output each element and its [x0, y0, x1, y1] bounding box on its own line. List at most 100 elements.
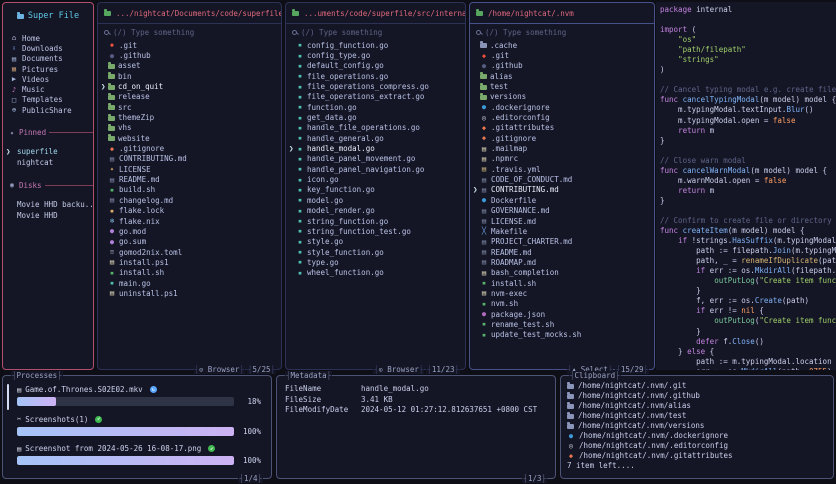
file-row[interactable]: ❯cd_on_quit	[98, 81, 281, 91]
disk-item-movie-hhd[interactable]: Movie HHD	[3, 210, 93, 221]
file-row[interactable]: ◆.git	[98, 40, 281, 50]
sidebar-item-downloads[interactable]: ⇩Downloads	[3, 43, 93, 53]
file-row[interactable]: ▪update_test_mocks.sh	[470, 330, 654, 340]
file-row[interactable]: ▪string_function.go	[286, 216, 465, 226]
sidebar-item-music[interactable]: ♪Music	[3, 84, 93, 94]
file-row[interactable]: ▤.travis.yml	[470, 164, 654, 174]
file-row[interactable]: ▪file_operations_compress.go	[286, 81, 465, 91]
file-row[interactable]: ◆.gitignore	[98, 143, 281, 153]
processes-scrollbar[interactable]	[7, 384, 9, 410]
file-row[interactable]: ▪key_function.go	[286, 185, 465, 195]
file-row[interactable]: ▤CONTRIBUTING.md	[98, 154, 281, 164]
file-row[interactable]: ▪install.sh	[98, 268, 281, 278]
file-row[interactable]: bin	[98, 71, 281, 81]
file-row[interactable]: ◎.editorconfig	[470, 112, 654, 122]
file-row[interactable]: ❯▪handle_modal.go	[286, 143, 465, 153]
divider-line	[49, 132, 93, 133]
file-row[interactable]: ▪main.go	[98, 278, 281, 288]
file-row[interactable]: themeZip	[98, 112, 281, 122]
file-row[interactable]: vhs	[98, 123, 281, 133]
panel-2-search[interactable]: (/) Type something	[286, 24, 465, 38]
file-row[interactable]: ▪install.sh	[470, 278, 654, 288]
file-row[interactable]: ▤CODE_OF_CONDUCT.md	[470, 174, 654, 184]
file-row[interactable]: ▪model.go	[286, 195, 465, 205]
file-row[interactable]: ▪handle_file_operations.go	[286, 123, 465, 133]
sidebar-item-pictures[interactable]: ▦Pictures	[3, 64, 93, 74]
file-row[interactable]: ●.github	[98, 50, 281, 60]
file-row[interactable]: website	[98, 133, 281, 143]
file-row[interactable]: versions	[470, 92, 654, 102]
file-row[interactable]: ╳Makefile	[470, 226, 654, 236]
file-row[interactable]: ▪wheel_function.go	[286, 268, 465, 278]
file-row[interactable]: test	[470, 81, 654, 91]
file-row[interactable]: ◆.gitattributes	[470, 123, 654, 133]
file-row[interactable]: ▤LICENSE.md	[470, 216, 654, 226]
sidebar-item-documents[interactable]: ▤Documents	[3, 54, 93, 64]
file-row[interactable]: ▤install.ps1	[98, 257, 281, 267]
file-row[interactable]: ▪function.go	[286, 102, 465, 112]
sidebar-item-publicshare[interactable]: ⊕PublicShare	[3, 105, 93, 115]
process-item[interactable]: ▤Game.of.Thrones.S02E02.mkv↻18%	[17, 385, 261, 406]
file-row[interactable]: ●Dockerfile	[470, 195, 654, 205]
file-row[interactable]: ▪handle_general.go	[286, 133, 465, 143]
panel-1-search[interactable]: (/) Type something	[98, 24, 281, 38]
file-row[interactable]: ≡gomod2nix.toml	[98, 247, 281, 257]
file-row[interactable]: asset	[98, 61, 281, 71]
file-row[interactable]: ▪file_operations.go	[286, 71, 465, 81]
file-row[interactable]: alias	[470, 71, 654, 81]
file-row[interactable]: ●package.json	[470, 309, 654, 319]
file-row[interactable]: ▤GOVERNANCE.md	[470, 206, 654, 216]
file-row[interactable]: ▪rename_test.sh	[470, 319, 654, 329]
file-row[interactable]: ❄flake.nix	[98, 216, 281, 226]
file-row[interactable]: ▤bash_completion	[470, 268, 654, 278]
file-row[interactable]: release	[98, 92, 281, 102]
file-row[interactable]: ▤nvm-exec	[470, 288, 654, 298]
file-row[interactable]: ▪handle_panel_movement.go	[286, 154, 465, 164]
code-token: (m.typingModal.	[791, 246, 836, 255]
panel-3-search[interactable]: (/) Type something	[470, 24, 654, 38]
file-row[interactable]: ▪build.sh	[98, 185, 281, 195]
file-row[interactable]: src	[98, 102, 281, 112]
file-row[interactable]: ▪flake.lock	[98, 206, 281, 216]
pinned-item-superfile[interactable]: ❯superfile	[3, 146, 93, 157]
file-row[interactable]: ●.dockerignore	[470, 102, 654, 112]
file-row[interactable]: ▤ROADMAP.md	[470, 257, 654, 267]
file-row[interactable]: ▤uninstall.ps1	[98, 288, 281, 298]
file-row[interactable]: ▤README.md	[98, 174, 281, 184]
file-row[interactable]: ▪model_render.go	[286, 206, 465, 216]
file-row[interactable]: ▪type.go	[286, 257, 465, 267]
file-row[interactable]: ▪config_type.go	[286, 50, 465, 60]
file-row[interactable]: ▤.mailmap	[470, 143, 654, 153]
file-row[interactable]: ●.github	[470, 61, 654, 71]
file-row[interactable]: ▪style.go	[286, 237, 465, 247]
sidebar-item-home[interactable]: ⌂Home	[3, 33, 93, 43]
file-row[interactable]: ▪nvm.sh	[470, 299, 654, 309]
file-row[interactable]: ▪default_config.go	[286, 61, 465, 71]
file-row[interactable]: ▪get_data.go	[286, 112, 465, 122]
file-row[interactable]: ▪file_operations_extract.go	[286, 92, 465, 102]
sidebar-item-templates[interactable]: □Templates	[3, 95, 93, 105]
file-row[interactable]: ▪string_function_test.go	[286, 226, 465, 236]
pinned-item-nightcat[interactable]: nightcat	[3, 157, 93, 168]
file-type-icon: ▤	[480, 145, 488, 153]
disk-item-movie-hhd-backu-[interactable]: Movie HHD backu...	[3, 199, 93, 210]
file-row[interactable]: ▤.npmrc	[470, 154, 654, 164]
file-row[interactable]: ▤PROJECT_CHARTER.md	[470, 237, 654, 247]
file-row[interactable]: ✦LICENSE	[98, 164, 281, 174]
file-row[interactable]: ▪handle_panel_navigation.go	[286, 164, 465, 174]
file-row[interactable]: ◆.git	[470, 50, 654, 60]
file-row[interactable]: ❯▤CONTRIBUTING.md	[470, 185, 654, 195]
code-token: err := os.	[705, 266, 755, 275]
process-item[interactable]: ✂Screenshots(1)✔100%	[17, 415, 261, 436]
process-item[interactable]: ▤Screenshot from 2024-05-26 16-08-17.png…	[17, 444, 261, 465]
file-row[interactable]: ●go.sum	[98, 237, 281, 247]
file-row[interactable]: ▤README.md	[470, 247, 654, 257]
file-row[interactable]: .cache	[470, 40, 654, 50]
file-row[interactable]: ▪style_function.go	[286, 247, 465, 257]
file-row[interactable]: ●go.mod	[98, 226, 281, 236]
file-row[interactable]: ◆.gitignore	[470, 133, 654, 143]
file-row[interactable]: ▪icon.go	[286, 174, 465, 184]
file-row[interactable]: ▪config_function.go	[286, 40, 465, 50]
sidebar-item-videos[interactable]: ▶Videos	[3, 74, 93, 84]
file-row[interactable]: ▤changelog.md	[98, 195, 281, 205]
